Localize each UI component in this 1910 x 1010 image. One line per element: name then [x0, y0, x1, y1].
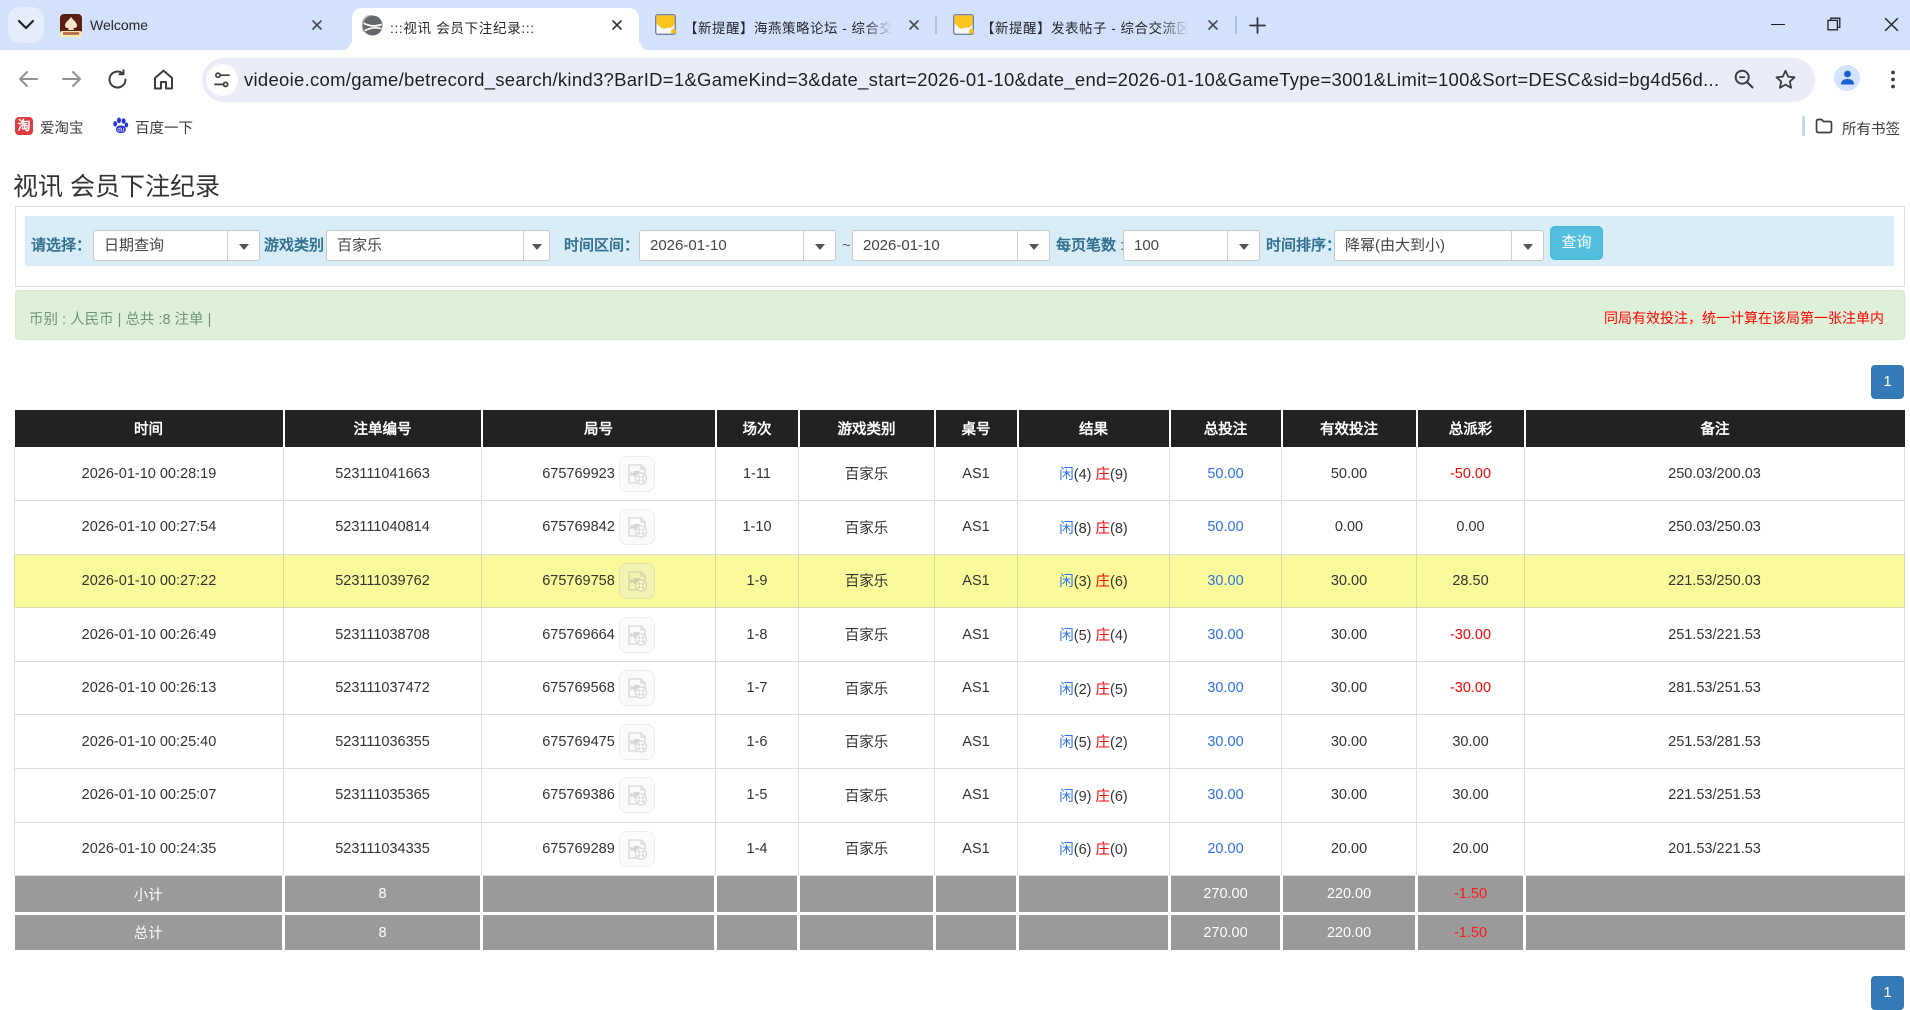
svg-text:du: du	[117, 126, 125, 133]
